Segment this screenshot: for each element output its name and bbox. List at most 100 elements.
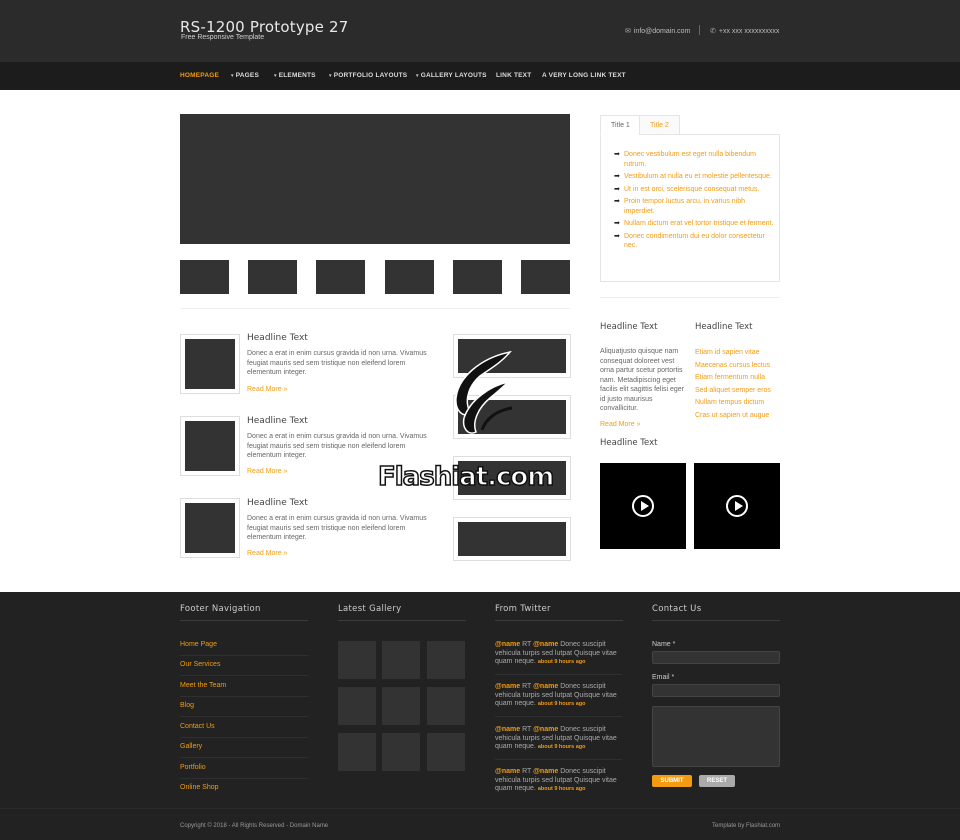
reset-button[interactable]: RESET: [699, 775, 735, 787]
tab-item-text: Donec condimentum dui eu dolor consectet…: [624, 232, 765, 250]
sidebar-headline: Headline Text: [600, 438, 658, 448]
tweet-author[interactable]: @name: [495, 683, 520, 690]
arrow-right-icon: ➡: [614, 232, 620, 240]
post-image[interactable]: [180, 334, 240, 394]
tab-list-item[interactable]: ➡ Vestibulum at nulla eu et molestie pell…: [614, 172, 774, 182]
header-email[interactable]: ✉ info@domain.com: [625, 27, 690, 35]
post-image[interactable]: [180, 498, 240, 558]
envelope-icon: ✉: [625, 28, 631, 35]
gallery-thumb[interactable]: [427, 641, 465, 679]
divider: [600, 297, 780, 298]
tweet-time[interactable]: about 9 hours ago: [538, 701, 586, 707]
footer-link[interactable]: Online Shop: [180, 784, 219, 791]
gallery-thumb[interactable]: [382, 733, 420, 771]
tab-list-item[interactable]: ➡ Ut in est orci, scelerisque consequat m…: [614, 185, 774, 195]
gallery-thumb[interactable]: [338, 641, 376, 679]
footer-link-divider: [180, 655, 308, 656]
arrow-right-icon: ➡: [614, 220, 620, 227]
read-more-link[interactable]: Read More »: [247, 386, 287, 393]
gallery-thumb[interactable]: [338, 733, 376, 771]
tweet-mention[interactable]: @name: [533, 683, 558, 690]
slider-thumb[interactable]: [521, 260, 570, 294]
tweet-author[interactable]: @name: [495, 768, 520, 775]
nav-item-pages[interactable]: ▾ PAGES: [231, 72, 259, 79]
slider-thumb[interactable]: [453, 260, 502, 294]
footer-divider: [180, 620, 308, 621]
nav-label: PORTFOLIO LAYOUTS: [333, 72, 408, 79]
video-thumb[interactable]: [600, 463, 686, 549]
nav-item-elements[interactable]: ▾ ELEMENTS: [274, 72, 316, 79]
nav-item-long-link[interactable]: A VERY LONG LINK TEXT: [542, 72, 626, 79]
sidebar-link[interactable]: Maecenas cursus lectus: [695, 360, 785, 373]
sidebar-link[interactable]: Etiam fermentum nulla: [695, 372, 785, 385]
footer-link[interactable]: Meet the Team: [180, 682, 226, 689]
site-header: RS-1200 Prototype 27 Free Responsive Tem…: [0, 0, 960, 62]
gallery-thumb[interactable]: [382, 641, 420, 679]
footer-link[interactable]: Gallery: [180, 743, 202, 750]
tweet-mention[interactable]: @name: [533, 768, 558, 775]
footer-link-divider: [180, 737, 308, 738]
post-title[interactable]: Headline Text: [247, 333, 308, 343]
footer-link[interactable]: Blog: [180, 702, 194, 709]
tweet-author[interactable]: @name: [495, 641, 520, 648]
tab-list: ➡ Donec vestibulum est eget nulla bibendu…: [614, 150, 774, 254]
tab-list-item[interactable]: ➡ Donec vestibulum est eget nulla bibendu…: [614, 150, 774, 169]
slider-thumb[interactable]: [248, 260, 297, 294]
post-title[interactable]: Headline Text: [247, 498, 308, 508]
tab-list-item[interactable]: ➡ Proin tempor luctus arcu, in varius nib…: [614, 197, 774, 216]
ad-banner[interactable]: [453, 517, 571, 561]
tweet-time[interactable]: about 9 hours ago: [538, 744, 586, 750]
divider: [180, 308, 570, 309]
gallery-thumb[interactable]: [382, 687, 420, 725]
gallery-thumb[interactable]: [427, 687, 465, 725]
tab-list-item[interactable]: ➡ Donec condimentum dui eu dolor consecte…: [614, 232, 774, 251]
nav-item-gallery-layouts[interactable]: ▾ GALLERY LAYOUTS: [416, 72, 487, 79]
gallery-thumb[interactable]: [338, 687, 376, 725]
read-more-link[interactable]: Read More »: [247, 550, 287, 557]
tab-item-text: Ut in est orci, scelerisque consequat me…: [624, 185, 760, 193]
play-icon[interactable]: [726, 495, 748, 517]
tab-title-2[interactable]: Title 2: [639, 115, 680, 135]
slider-thumb[interactable]: [316, 260, 365, 294]
slider-thumb[interactable]: [385, 260, 434, 294]
nav-item-portfolio-layouts[interactable]: ▾ PORTFOLIO LAYOUTS: [329, 72, 407, 79]
main-slider[interactable]: [180, 114, 570, 244]
slider-thumb[interactable]: [180, 260, 229, 294]
message-textarea[interactable]: [652, 706, 780, 767]
tweet-author[interactable]: @name: [495, 726, 520, 733]
tab-item-text: Donec vestibulum est eget nulla bibendum…: [624, 151, 756, 168]
post-image[interactable]: [180, 416, 240, 476]
nav-item-link-text[interactable]: LINK TEXT: [496, 72, 531, 79]
tweet-mention[interactable]: @name: [533, 641, 558, 648]
post-title[interactable]: Headline Text: [247, 416, 308, 426]
footer-link[interactable]: Portfolio: [180, 764, 206, 771]
footer-link[interactable]: Contact Us: [180, 723, 215, 730]
template-credit[interactable]: Template by Flashiat.com: [712, 823, 780, 829]
name-input[interactable]: [652, 651, 780, 664]
sidebar-link[interactable]: Nullam tempus dictum: [695, 397, 785, 410]
footer-link[interactable]: Home Page: [180, 641, 217, 648]
nav-item-homepage[interactable]: HOMEPAGE: [180, 72, 219, 79]
tweet-mention[interactable]: @name: [533, 726, 558, 733]
play-icon[interactable]: [632, 495, 654, 517]
footer-link[interactable]: Our Services: [180, 661, 220, 668]
tweet-time[interactable]: about 9 hours ago: [538, 786, 586, 792]
tweet-divider: [495, 759, 622, 760]
tab-title-1[interactable]: Title 1: [600, 115, 641, 135]
tab-list-item[interactable]: ➡ Nullam dictum erat vel tortor tristique…: [614, 219, 774, 229]
read-more-link[interactable]: Read More »: [600, 421, 640, 428]
sidebar-link[interactable]: Etiam id sapien vitae: [695, 347, 785, 360]
chevron-down-icon: ▾: [231, 73, 234, 79]
read-more-link[interactable]: Read More »: [247, 468, 287, 475]
sidebar-link[interactable]: Cras ut sapien ut augue: [695, 410, 785, 423]
submit-button[interactable]: SUBMIT: [652, 775, 692, 787]
tab-item-text: Proin tempor luctus arcu, in varius nibh…: [624, 198, 745, 215]
sidebar-link[interactable]: Sed aliquet semper eros: [695, 385, 785, 398]
tweet-time[interactable]: about 9 hours ago: [538, 659, 586, 665]
nav-label: GALLERY LAYOUTS: [420, 72, 487, 79]
video-thumb[interactable]: [694, 463, 780, 549]
header-divider: [699, 25, 700, 35]
footer-link-divider: [180, 778, 308, 779]
email-input[interactable]: [652, 684, 780, 697]
gallery-thumb[interactable]: [427, 733, 465, 771]
